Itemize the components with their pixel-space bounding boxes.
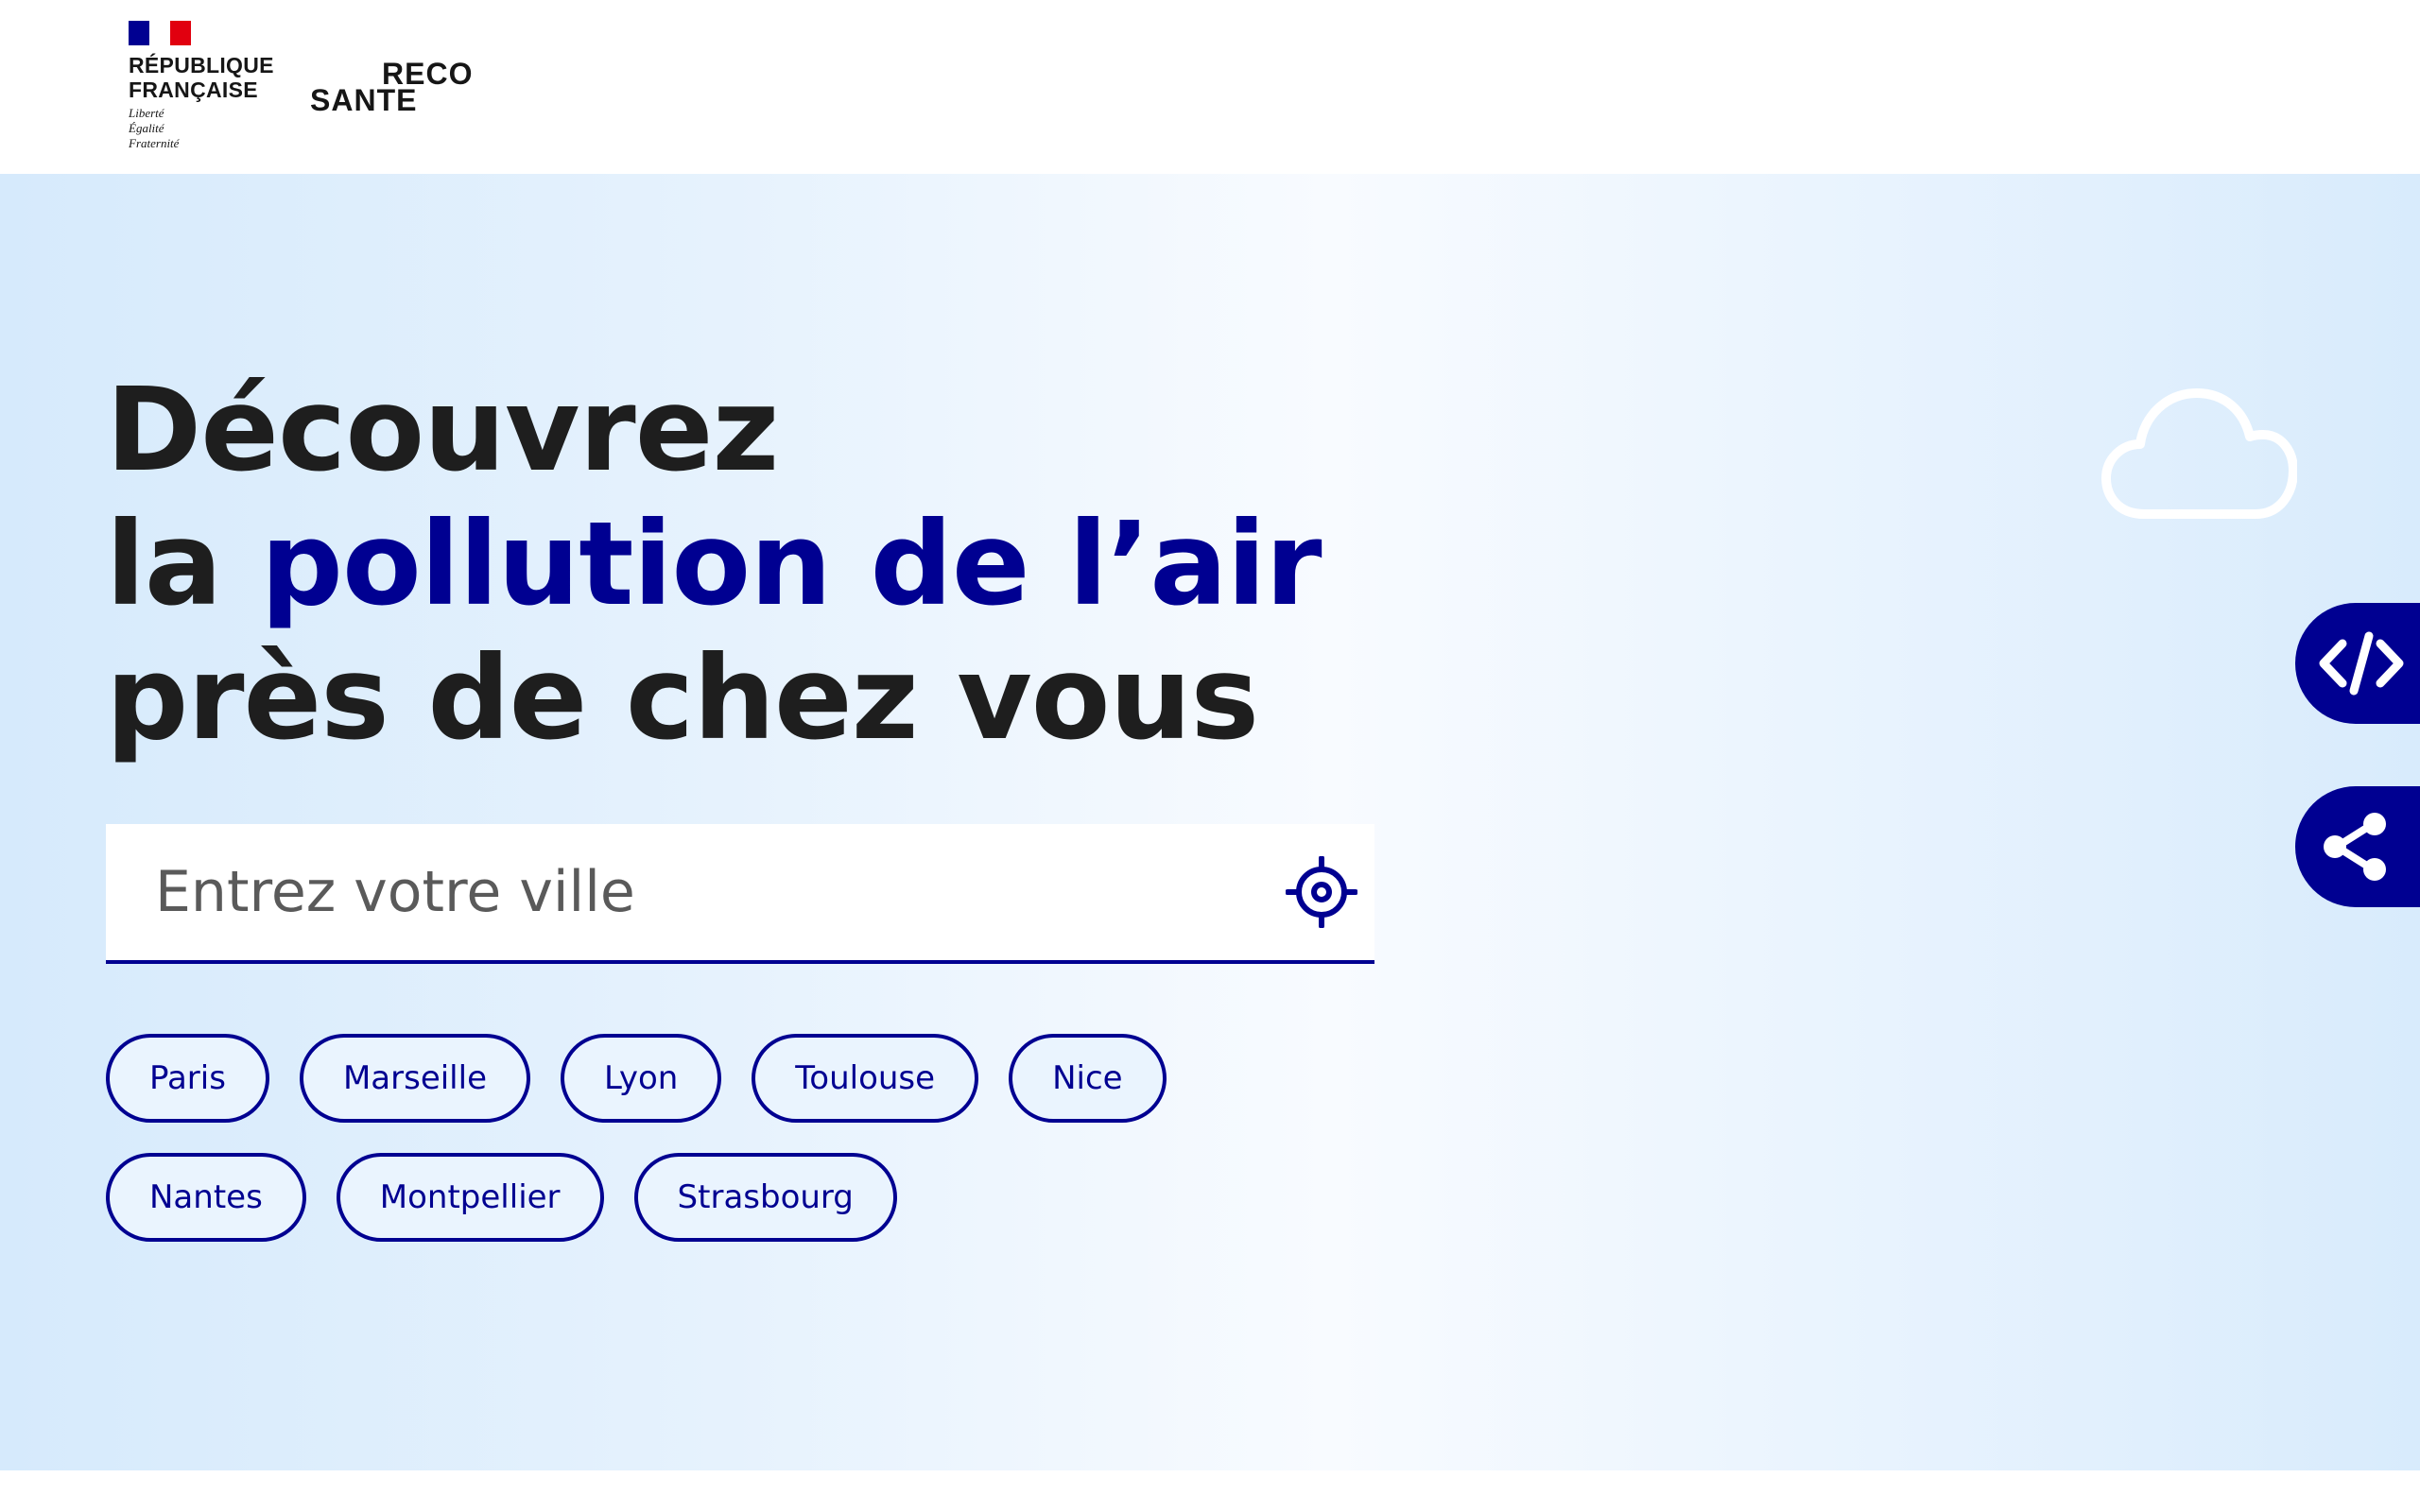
share-button[interactable] [2295,786,2420,907]
city-chip-toulouse[interactable]: Toulouse [752,1034,979,1123]
francaise-line: FRANÇAISE [129,77,258,102]
code-icon [2319,631,2404,696]
title-line-2-prefix: la [106,497,261,631]
crosshair-icon [1285,855,1358,929]
embed-widget-button[interactable] [2295,603,2420,724]
motto-liberte: Liberté [129,106,164,120]
city-chip-nantes[interactable]: Nantes [106,1153,306,1242]
city-chip-nice[interactable]: Nice [1009,1034,1167,1123]
site-header: RÉPUBLIQUE FRANÇAISE Liberté Égalité Fra… [0,0,2420,174]
city-search-input[interactable] [106,824,1278,960]
title-accent: pollution de l’air [260,497,1322,631]
motto-egalite: Égalité [129,121,164,135]
city-chips-row-2: Nantes Montpellier Strasbourg [106,1153,1240,1242]
city-chip-lyon[interactable]: Lyon [561,1034,722,1123]
title-line-1: Découvrez [106,363,779,497]
hero-section: Découvrez la pollution de l’air près de … [0,174,2420,1470]
motto-fraternite: Fraternité [129,136,180,150]
brand-sante: SANTE [310,83,418,117]
geolocate-button[interactable] [1285,855,1358,929]
republique-francaise-name: RÉPUBLIQUE FRANÇAISE [129,53,274,102]
french-flag-icon [129,21,191,45]
recosante-logo[interactable]: RECO SANTE [310,55,480,117]
cloud-icon [2101,388,2297,519]
title-line-3: près de chez vous [106,631,1259,765]
share-icon [2324,813,2386,881]
republic-motto: Liberté Égalité Fraternité [129,106,179,151]
city-chip-marseille[interactable]: Marseille [299,1034,530,1123]
city-chips-row-1: Paris Marseille Lyon Toulouse Nice [106,1034,1240,1123]
republique-line: RÉPUBLIQUE [129,53,274,77]
republique-francaise-logo[interactable]: RÉPUBLIQUE FRANÇAISE Liberté Égalité Fra… [129,21,280,163]
city-chip-montpellier[interactable]: Montpellier [336,1153,604,1242]
city-chip-paris[interactable]: Paris [106,1034,269,1123]
page-title: Découvrez la pollution de l’air près de … [106,363,1322,765]
city-search-box [106,824,1374,964]
popular-cities: Paris Marseille Lyon Toulouse Nice Nante… [106,1034,1240,1272]
city-chip-strasbourg[interactable]: Strasbourg [633,1153,897,1242]
